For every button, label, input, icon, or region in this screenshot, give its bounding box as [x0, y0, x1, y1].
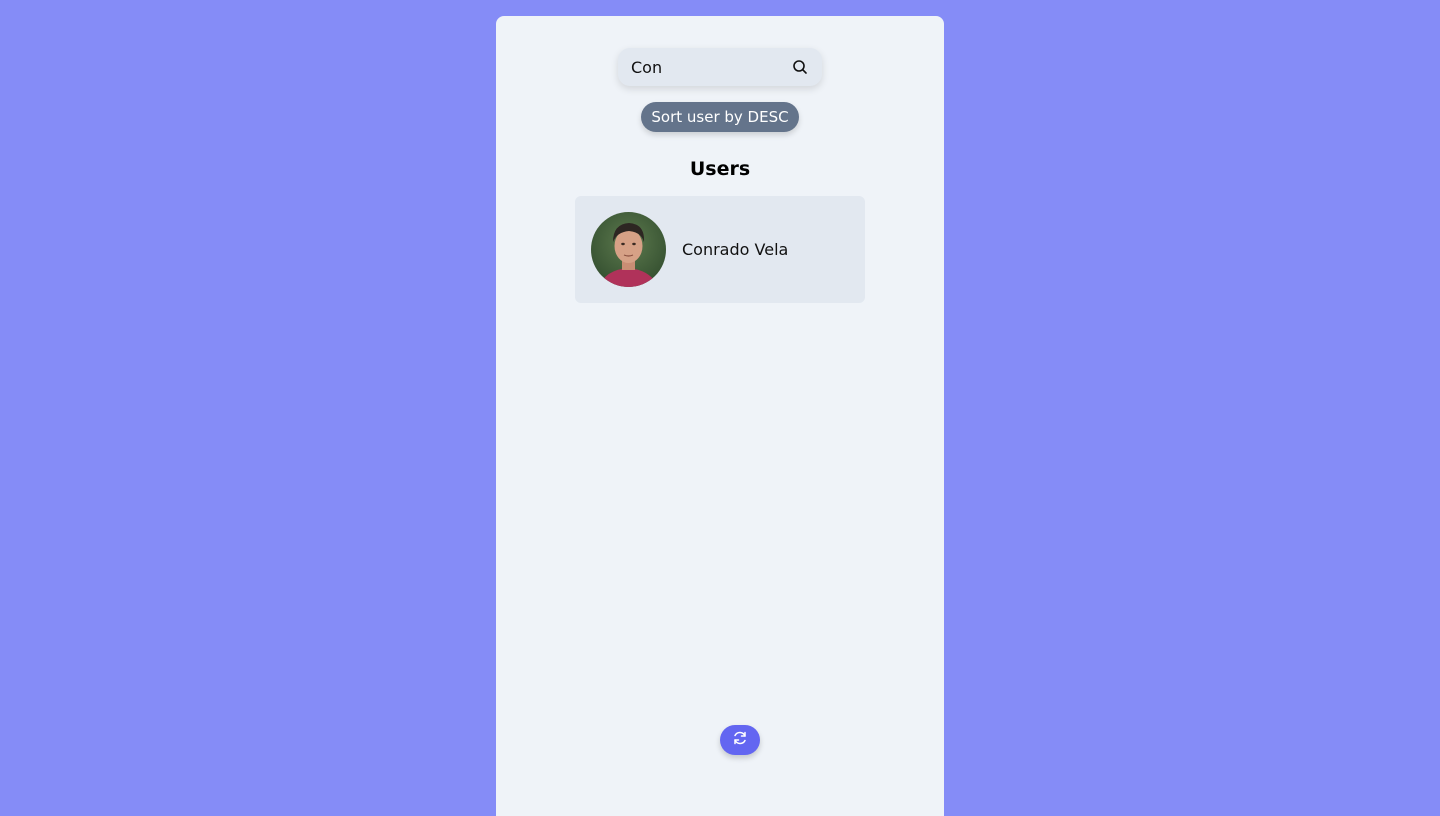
refresh-icon — [732, 730, 748, 750]
search-bar — [618, 48, 822, 86]
avatar — [591, 212, 666, 287]
sort-desc-button[interactable]: Sort user by DESC — [641, 102, 799, 132]
search-input[interactable] — [618, 48, 778, 86]
users-heading: Users — [689, 158, 751, 180]
search-icon[interactable] — [790, 57, 810, 77]
refresh-button[interactable] — [720, 725, 760, 755]
app-panel: Sort user by DESC Users — [496, 16, 944, 816]
user-name: Conrado Vela — [682, 240, 789, 259]
user-card[interactable]: Conrado Vela — [575, 196, 865, 303]
